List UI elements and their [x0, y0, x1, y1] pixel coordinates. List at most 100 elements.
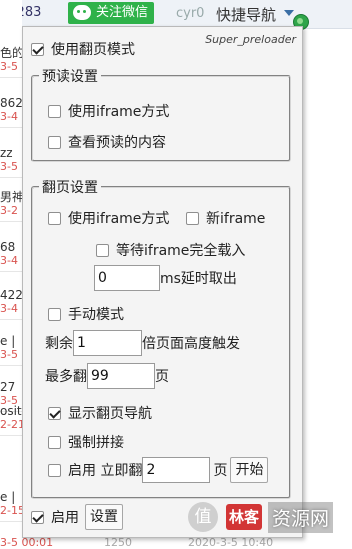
show-nav-checkbox[interactable] — [48, 406, 61, 420]
list-divider — [0, 521, 22, 522]
remain-row: 剩余 倍页面高度触发 — [45, 330, 240, 356]
paging-legend: 翻页设置 — [42, 180, 98, 196]
background-list-title[interactable]: osit — [0, 404, 24, 418]
background-list-item[interactable]: 862 3-4 — [0, 96, 24, 124]
preread-legend: 预读设置 — [42, 69, 98, 85]
max-pages-prefix: 最多翻 — [45, 369, 87, 385]
show-nav-label: 显示翻页导航 — [68, 406, 152, 422]
delay-label: ms延时取出 — [160, 271, 237, 287]
remain-prefix: 剩余 — [45, 336, 73, 352]
background-list-date: 2-15 — [0, 504, 24, 517]
chevron-down-icon[interactable] — [284, 10, 294, 16]
site-topbar: 43283 关注微信 cyr0 快捷导航 — [0, 0, 352, 30]
enable-now-row: 启用 立即翻 页 开始 — [48, 457, 269, 483]
list-divider — [0, 221, 22, 222]
enable-now-checkbox[interactable] — [48, 463, 61, 477]
background-list-item[interactable]: 422 3-4 — [0, 288, 24, 316]
force-join-row[interactable]: 强制拼接 — [48, 432, 124, 452]
list-divider — [0, 435, 22, 436]
show-nav-row[interactable]: 显示翻页导航 — [48, 403, 152, 423]
background-list-date: 3-4 — [0, 302, 18, 315]
super-preloader-settings-panel: Super_preloader 使用翻页模式 预读设置 使用iframe方式 查… — [22, 26, 303, 538]
force-join-label: 强制拼接 — [68, 435, 124, 451]
delay-input[interactable] — [94, 265, 160, 291]
view-preread-label: 查看预读的内容 — [68, 135, 166, 151]
quick-nav-menu[interactable]: 快捷导航 — [216, 4, 276, 25]
background-list-item[interactable]: 色的 3-5 — [0, 46, 24, 74]
max-pages-row: 最多翻 页 — [45, 363, 169, 389]
enable-label: 启用 — [51, 510, 79, 526]
background-list-date: 3-5 — [0, 160, 18, 173]
brand-label: Super_preloader — [205, 33, 296, 46]
background-list-item[interactable]: 68 3-4 — [0, 240, 24, 268]
view-preread-row[interactable]: 查看预读的内容 — [48, 132, 166, 152]
start-button[interactable]: 开始 — [230, 457, 269, 483]
follow-wechat-button[interactable]: 关注微信 — [68, 2, 155, 24]
wait-iframe-label: 等待iframe完全载入 — [116, 243, 246, 259]
list-divider — [0, 365, 22, 366]
background-list-title[interactable]: e | — [0, 490, 24, 504]
background-list-item[interactable]: osit 2-21 — [0, 404, 24, 432]
background-list-date: 2-21 — [0, 418, 24, 431]
background-list — [0, 0, 22, 545]
force-join-checkbox[interactable] — [48, 435, 61, 449]
wechat-icon — [73, 5, 91, 20]
enable-paging-mode-checkbox[interactable] — [31, 42, 44, 56]
now-pages-suffix: 页 — [213, 463, 228, 479]
background-list-date: 3-4 — [0, 110, 18, 123]
background-list-item[interactable]: e | 2-15 — [0, 490, 24, 518]
background-list-date: 3-2 — [0, 204, 18, 217]
new-iframe-row[interactable]: 新iframe — [186, 208, 265, 228]
background-list-item[interactable]: 男神 3-2 — [0, 190, 24, 218]
enable-paging-mode-row[interactable]: 使用翻页模式 — [31, 39, 135, 59]
max-pages-suffix: 页 — [155, 369, 169, 385]
delay-row: ms延时取出 — [94, 265, 237, 291]
background-list-title[interactable]: 862 — [0, 96, 24, 110]
settings-button[interactable]: 设置 — [85, 504, 123, 530]
background-list-title[interactable]: 男神 — [0, 190, 24, 204]
list-divider — [0, 177, 22, 178]
enable-paging-mode-label: 使用翻页模式 — [51, 42, 135, 58]
username[interactable]: cyr0 — [176, 6, 204, 21]
paging-iframe-label: 使用iframe方式 — [68, 211, 170, 227]
list-divider — [0, 77, 22, 78]
background-list-date: 3-4 — [0, 254, 18, 267]
new-iframe-checkbox[interactable] — [186, 211, 199, 225]
manual-mode-row[interactable]: 手动模式 — [48, 304, 124, 324]
watermark: 值 林客 资源网 — [188, 497, 334, 537]
background-list-date: 3-5 — [0, 348, 18, 361]
remain-input[interactable] — [73, 330, 142, 356]
watermark-mark: 值 — [188, 502, 218, 532]
background-list-title[interactable]: 68 — [0, 240, 24, 254]
paging-iframe-row[interactable]: 使用iframe方式 — [48, 208, 169, 228]
background-list-item[interactable]: e | 3-5 — [0, 334, 24, 362]
preread-iframe-row[interactable]: 使用iframe方式 — [48, 101, 169, 121]
paging-iframe-checkbox[interactable] — [48, 211, 61, 225]
view-preread-checkbox[interactable] — [48, 135, 61, 149]
remain-suffix: 倍页面高度触发 — [142, 336, 240, 352]
background-list-title[interactable]: e | — [0, 334, 24, 348]
manual-mode-checkbox[interactable] — [48, 307, 61, 321]
background-list-title[interactable]: 色的 — [0, 46, 24, 60]
preread-iframe-label: 使用iframe方式 — [68, 104, 170, 120]
list-divider — [0, 127, 22, 128]
background-list-date: 3-5 — [0, 60, 18, 73]
watermark-logo: 林客 — [226, 504, 262, 530]
enable-checkbox[interactable] — [31, 510, 44, 524]
wait-iframe-row[interactable]: 等待iframe完全载入 — [96, 240, 245, 260]
footer-row: 启用 设置 — [31, 504, 123, 530]
follow-wechat-label: 关注微信 — [96, 5, 149, 20]
list-divider — [0, 319, 22, 320]
background-list-title[interactable]: 27 — [0, 380, 24, 394]
now-pages-input[interactable] — [142, 457, 211, 483]
preread-iframe-checkbox[interactable] — [48, 104, 61, 118]
background-list-title[interactable]: 422 — [0, 288, 24, 302]
list-divider — [0, 271, 22, 272]
max-pages-input[interactable] — [87, 363, 155, 389]
background-list-item[interactable]: zz 3-5 — [0, 146, 24, 174]
new-iframe-label: 新iframe — [206, 211, 266, 227]
background-list-title[interactable]: zz — [0, 146, 24, 160]
manual-mode-label: 手动模式 — [68, 307, 124, 323]
wait-iframe-checkbox[interactable] — [96, 243, 109, 257]
watermark-text: 资源网 — [268, 501, 334, 533]
